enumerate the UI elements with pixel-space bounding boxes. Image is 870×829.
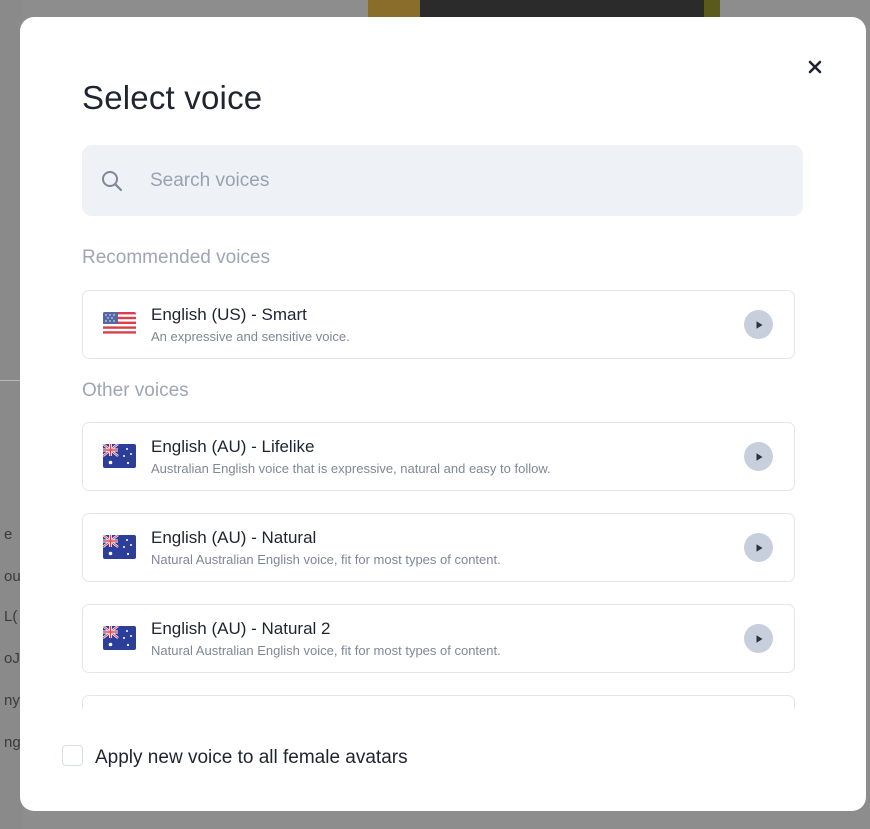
background-thumbnail — [368, 0, 720, 18]
play-preview-button[interactable] — [744, 533, 773, 562]
play-preview-button[interactable] — [744, 310, 773, 339]
play-icon[interactable] — [754, 320, 764, 330]
au-flag-icon — [103, 535, 136, 559]
background-text-fragment: e — [4, 526, 13, 543]
other-voices-heading: Other voices — [82, 380, 189, 401]
voice-option-english-au-natural[interactable]: English (AU) - Natural Natural Australia… — [82, 513, 795, 582]
background-text-fragment: ng — [4, 734, 20, 751]
play-preview-button[interactable] — [744, 624, 773, 653]
apply-to-female-avatars-label[interactable]: Apply new voice to all female avatars — [95, 747, 408, 769]
play-icon[interactable] — [754, 543, 764, 553]
recommended-voices-heading: Recommended voices — [82, 247, 270, 268]
voice-option-english-au-natural-2[interactable]: English (AU) - Natural 2 Natural Austral… — [82, 604, 795, 673]
select-voice-modal: Select voice Recommended voices English — [20, 17, 866, 811]
background-text-fragment: oJ — [4, 650, 20, 667]
voice-name: English (US) - Smart — [151, 305, 307, 324]
au-flag-icon — [103, 626, 136, 650]
voice-name: English (AU) - Lifelike — [151, 437, 315, 456]
background-divider — [0, 380, 22, 381]
background-text-fragment: L( — [4, 608, 18, 625]
voice-description: Australian English voice that is express… — [151, 461, 551, 476]
us-flag-icon — [103, 312, 136, 336]
background-text-fragment: ny — [4, 692, 20, 709]
play-preview-button[interactable] — [744, 442, 773, 471]
background-text-fragment: ou — [4, 568, 20, 585]
voice-description: Natural Australian English voice, fit fo… — [151, 552, 501, 567]
voice-description: An expressive and sensitive voice. — [151, 329, 350, 344]
voice-option-next[interactable] — [82, 695, 795, 709]
apply-to-female-avatars-checkbox[interactable] — [62, 745, 83, 766]
voice-option-english-us-smart[interactable]: English (US) - Smart An expressive and s… — [82, 290, 795, 359]
voice-list[interactable]: Recommended voices English (US) - Smart … — [20, 17, 866, 709]
play-icon[interactable] — [754, 452, 764, 462]
voice-name: English (AU) - Natural 2 — [151, 619, 331, 638]
voice-description: Natural Australian English voice, fit fo… — [151, 643, 501, 658]
voice-option-english-au-lifelike[interactable]: English (AU) - Lifelike Australian Engli… — [82, 422, 795, 491]
voice-name: English (AU) - Natural — [151, 528, 317, 547]
au-flag-icon — [103, 444, 136, 468]
play-icon[interactable] — [754, 634, 764, 644]
